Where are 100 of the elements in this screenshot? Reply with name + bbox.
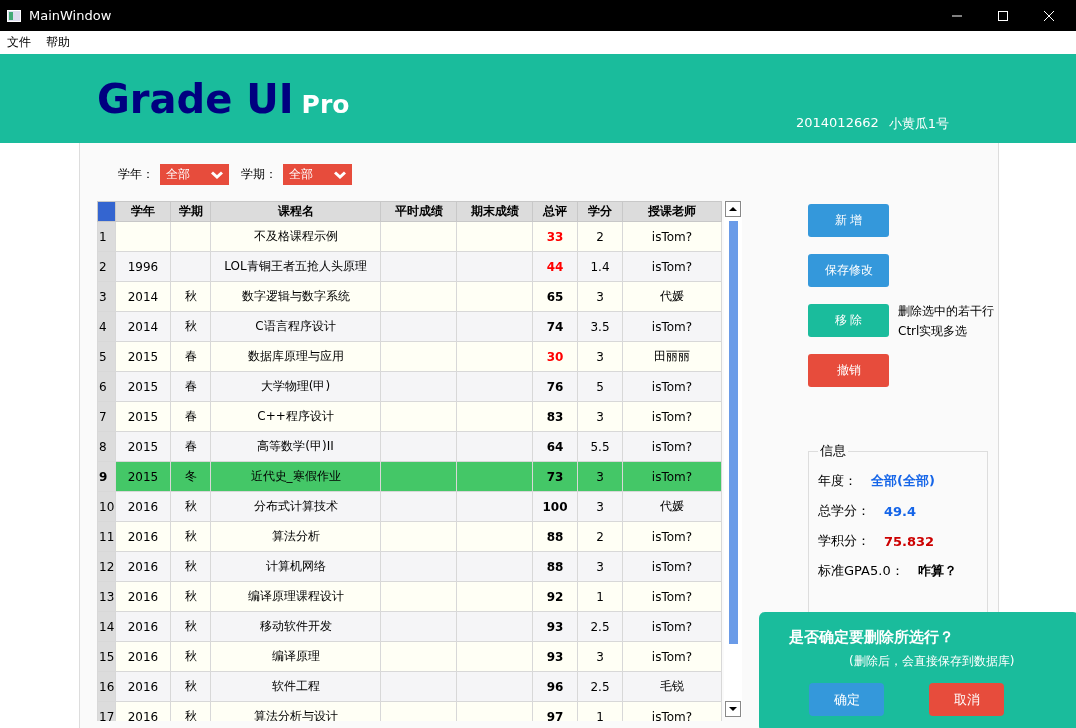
table-cell: LOL青铜王者五抢人头原理: [210, 251, 381, 282]
table-row[interactable]: 13 2016 秋 编译原理课程设计 92 1 isTom?: [97, 581, 722, 612]
table-cell: 2014: [115, 281, 171, 312]
scroll-down-icon[interactable]: [725, 701, 741, 717]
table-cell: 2016: [115, 551, 171, 582]
table-cell: 2016: [115, 581, 171, 612]
table-row[interactable]: 3 2014 秋 数字逻辑与数字系统 65 3 代媛: [97, 281, 722, 312]
column-header[interactable]: 总评: [532, 201, 578, 222]
table-cell: 2016: [115, 671, 171, 702]
table-row[interactable]: 5 2015 春 数据库原理与应用 30 3 田丽丽: [97, 341, 722, 372]
table-cell: 2015: [115, 431, 171, 462]
table-cell: 2014: [115, 311, 171, 342]
table-row[interactable]: 17 2016 秋 算法分析与设计 97 1 isTom?: [97, 701, 722, 721]
table-row[interactable]: 8 2015 春 高等数学(甲)II 64 5.5 isTom?: [97, 431, 722, 462]
table-cell: 2016: [115, 611, 171, 642]
row-number: 13: [97, 581, 116, 612]
menu-item[interactable]: 文件: [7, 34, 31, 51]
window-icon: [7, 9, 21, 22]
dialog-title: 是否确定要删除所选行？: [789, 628, 955, 647]
dialog-message: (删除后，会直接保存到数据库): [849, 653, 1016, 670]
column-header[interactable]: 学期: [170, 201, 211, 222]
row-number: 10: [97, 491, 116, 522]
row-number: 12: [97, 551, 116, 582]
table-cell: isTom?: [622, 401, 722, 432]
table-row[interactable]: 11 2016 秋 算法分析 88 2 isTom?: [97, 521, 722, 552]
scrollbar[interactable]: [724, 201, 742, 717]
row-number: 15: [97, 641, 116, 672]
table-row[interactable]: 4 2014 秋 C语言程序设计 74 3.5 isTom?: [97, 311, 722, 342]
info-label: 标准GPA5.0：: [818, 562, 904, 580]
table-row[interactable]: 1 不及格课程示例 33 2 isTom?: [97, 221, 722, 252]
select-all-corner[interactable]: [97, 201, 116, 222]
filter-dropdown[interactable]: 全部: [160, 164, 229, 185]
table-cell: 2016: [115, 641, 171, 672]
filter-dropdown[interactable]: 全部: [283, 164, 352, 185]
table-row[interactable]: 12 2016 秋 计算机网络 88 3 isTom?: [97, 551, 722, 582]
filter-label: 学期：: [241, 166, 277, 183]
scroll-up-icon[interactable]: [725, 201, 741, 217]
table-cell: 代媛: [622, 281, 722, 312]
table-cell: isTom?: [622, 521, 722, 552]
row-number: 5: [97, 341, 116, 372]
row-number: 2: [97, 251, 116, 282]
table-cell: 计算机网络: [210, 551, 381, 582]
table-row[interactable]: 2 1996 LOL青铜王者五抢人头原理 44 1.4 isTom?: [97, 251, 722, 282]
info-value: 75.832: [884, 533, 935, 549]
table-row[interactable]: 6 2015 春 大学物理(甲) 76 5 isTom?: [97, 371, 722, 402]
filter-label: 学年：: [118, 166, 154, 183]
table-cell: 毛锐: [622, 671, 722, 702]
dialog-button[interactable]: 取消: [929, 683, 1004, 716]
row-number: 6: [97, 371, 116, 402]
table-cell: isTom?: [622, 611, 722, 642]
table-row[interactable]: 16 2016 秋 软件工程 96 2.5 毛锐: [97, 671, 722, 702]
app-logo: Grade UI: [97, 76, 294, 122]
group-title: 信息: [819, 442, 847, 460]
row-number: 4: [97, 311, 116, 342]
row-number: 9: [97, 461, 116, 492]
table-row[interactable]: 9 2015 冬 近代史_寒假作业 73 3 isTom?: [97, 461, 722, 492]
info-label: 学积分：: [818, 532, 870, 550]
table-row[interactable]: 10 2016 秋 分布式计算技术 100 3 代媛: [97, 491, 722, 522]
table-cell: 2015: [115, 341, 171, 372]
table-cell: isTom?: [622, 431, 722, 462]
table-cell: 数字逻辑与数字系统: [210, 281, 381, 312]
student-id: 2014012662: [796, 115, 879, 132]
table-row[interactable]: 14 2016 秋 移动软件开发 93 2.5 isTom?: [97, 611, 722, 642]
table-cell: 高等数学(甲)II: [210, 431, 381, 462]
column-header[interactable]: 课程名: [210, 201, 381, 222]
info-value: 全部(全部): [871, 472, 935, 490]
table-cell: 算法分析: [210, 521, 381, 552]
table-cell: 大学物理(甲): [210, 371, 381, 402]
table-cell: 2015: [115, 371, 171, 402]
hint-text: 删除选中的若干行: [898, 303, 994, 320]
scroll-thumb[interactable]: [728, 221, 738, 644]
row-number: 3: [97, 281, 116, 312]
student-name: 小黄瓜1号: [888, 115, 949, 133]
column-header[interactable]: 平时成绩: [380, 201, 457, 222]
action-button[interactable]: 撤销: [808, 354, 889, 387]
maximize-icon[interactable]: [998, 10, 1008, 21]
chevron-down-icon: [334, 170, 346, 179]
table-cell: isTom?: [622, 581, 722, 612]
table-cell: isTom?: [622, 551, 722, 582]
table-cell: isTom?: [622, 371, 722, 402]
app-logo-suffix: Pro: [301, 90, 350, 119]
row-number: 8: [97, 431, 116, 462]
table-row[interactable]: 7 2015 春 C++程序设计 83 3 isTom?: [97, 401, 722, 432]
row-number: 11: [97, 521, 116, 552]
close-icon[interactable]: [1044, 10, 1054, 21]
info-label: 总学分：: [818, 502, 870, 520]
info-label: 年度：: [818, 472, 857, 490]
hint-text: Ctrl实现多选: [898, 323, 969, 340]
row-number: 14: [97, 611, 116, 642]
row-number: 17: [97, 701, 116, 721]
table-row[interactable]: 15 2016 秋 编译原理 93 3 isTom?: [97, 641, 722, 672]
column-header[interactable]: 授课老师: [622, 201, 722, 222]
row-number: 7: [97, 401, 116, 432]
table-cell: isTom?: [622, 641, 722, 672]
table-cell: 移动软件开发: [210, 611, 381, 642]
column-header[interactable]: 学年: [115, 201, 171, 222]
table-cell: C++程序设计: [210, 401, 381, 432]
menu-item[interactable]: 帮助: [46, 34, 70, 51]
column-header[interactable]: 学分: [577, 201, 623, 222]
column-header[interactable]: 期末成绩: [456, 201, 533, 222]
